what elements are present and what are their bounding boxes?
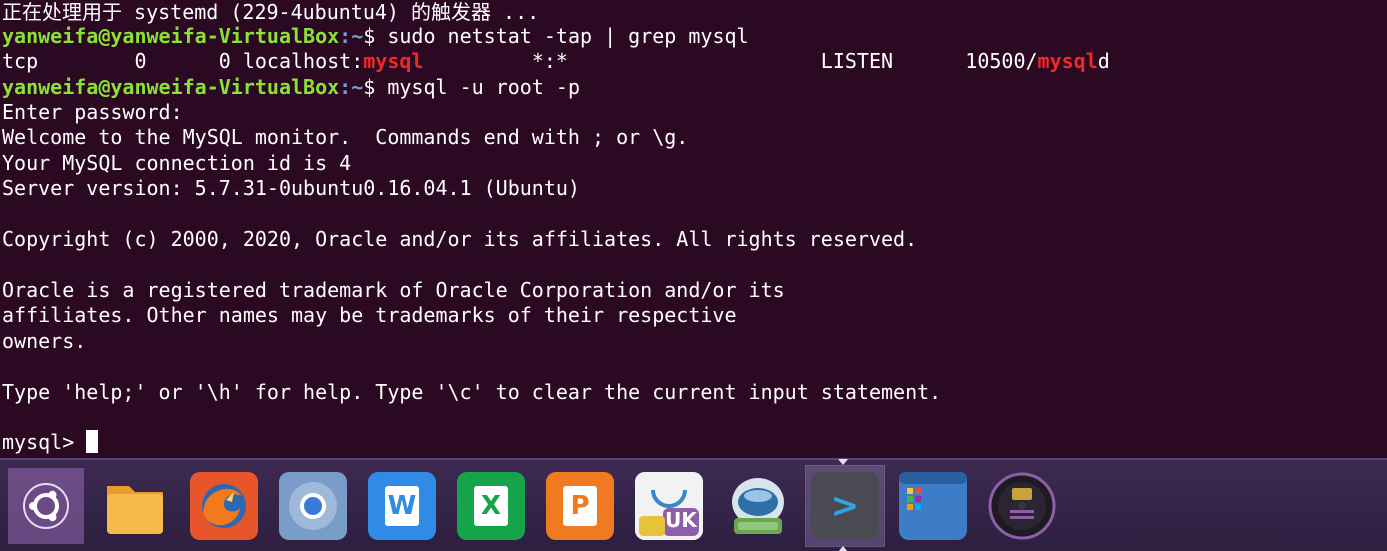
software-updater-app-button[interactable] xyxy=(720,468,796,544)
terminal-line-server-version: Server version: 5.7.31-0ubuntu0.16.04.1 … xyxy=(2,176,580,200)
wps-presentation-app-button[interactable]: P xyxy=(542,468,618,544)
terminal-line-trademark-2: affiliates. Other names may be trademark… xyxy=(2,303,737,327)
workspace-switcher-button[interactable] xyxy=(895,468,971,544)
wps-presentation-icon: P xyxy=(546,472,614,540)
output-segment: *:* LISTEN 10500/ xyxy=(423,49,1038,73)
firefox-icon xyxy=(190,472,258,540)
terminal-line-netstat-command: yanweifa@yanweifa-VirtualBox:~$ sudo net… xyxy=(2,24,749,49)
active-indicator-bottom xyxy=(838,546,848,551)
chromium-icon xyxy=(279,472,347,540)
active-indicator-top xyxy=(838,459,848,465)
command-text: $ sudo netstat -tap | grep mysql xyxy=(363,24,749,48)
robot-icon xyxy=(724,472,792,540)
wps-spreadsheets-app-button[interactable]: X xyxy=(453,468,529,544)
shopping-bag-icon: UK xyxy=(635,472,703,540)
mysql-prompt: mysql> xyxy=(2,430,87,454)
text-cursor xyxy=(86,430,99,453)
excel-glyph: X xyxy=(474,486,508,526)
software-center-app-button[interactable]: UK xyxy=(631,468,707,544)
launcher-dock: W X P UK > xyxy=(0,458,1387,551)
terminal-line-copyright: Copyright (c) 2000, 2020, Oracle and/or … xyxy=(2,227,918,251)
ubuntu-logo-icon xyxy=(13,473,79,539)
chromium-app-button[interactable] xyxy=(275,468,351,544)
prompt-user: yanweifa@yanweifa-VirtualBox xyxy=(2,75,340,99)
terminal-line-mysql-command: yanweifa@yanweifa-VirtualBox:~$ mysql -u… xyxy=(2,75,580,100)
mysql-prompt-line[interactable]: mysql> xyxy=(2,430,99,455)
ppt-glyph: P xyxy=(563,486,597,526)
wps-writer-icon: W xyxy=(368,472,436,540)
terminal-line-password: Enter password: xyxy=(2,100,183,124)
terminal-app-button[interactable]: > xyxy=(805,465,885,547)
wps-spreadsheets-icon: X xyxy=(457,472,525,540)
firefox-app-button[interactable] xyxy=(186,468,262,544)
terminal-line-welcome: Welcome to the MySQL monitor. Commands e… xyxy=(2,125,689,149)
word-glyph: W xyxy=(385,486,419,526)
terminal-icon: > xyxy=(811,472,879,540)
terminal-line-trademark-1: Oracle is a registered trademark of Orac… xyxy=(2,278,785,302)
terminal-line-trademark-3: owners. xyxy=(2,329,87,353)
wps-writer-app-button[interactable]: W xyxy=(364,468,440,544)
terminal-line-trigger: 正在处理用于 systemd (229-4ubuntu4) 的触发器 ... xyxy=(2,0,540,24)
grep-match: mysql xyxy=(1037,49,1098,73)
terminal-line-netstat-output: tcp 0 0 localhost:mysql *:* LISTEN 10500… xyxy=(2,49,1110,74)
ubuntu-dash-button[interactable] xyxy=(8,468,84,544)
terminal-prompt-glyph: > xyxy=(830,486,860,526)
folder-icon xyxy=(101,472,169,540)
disc-app-button[interactable] xyxy=(984,468,1060,544)
grep-match: mysql xyxy=(363,49,424,73)
uk-label: UK xyxy=(665,508,697,532)
terminal-line-connection-id: Your MySQL connection id is 4 xyxy=(2,151,352,175)
terminal-window[interactable]: 正在处理用于 systemd (229-4ubuntu4) 的触发器 ... y… xyxy=(0,0,1387,458)
output-segment: tcp 0 0 localhost: xyxy=(2,49,364,73)
workspace-switcher-icon xyxy=(899,472,967,540)
prompt-path: :~ xyxy=(339,24,364,48)
output-segment: d xyxy=(1097,49,1110,73)
command-text: $ mysql -u root -p xyxy=(363,75,580,99)
disc-icon xyxy=(988,472,1056,540)
prompt-user: yanweifa@yanweifa-VirtualBox xyxy=(2,24,340,48)
files-app-button[interactable] xyxy=(97,468,173,544)
terminal-line-help: Type 'help;' or '\h' for help. Type '\c'… xyxy=(2,380,942,404)
prompt-path: :~ xyxy=(339,75,364,99)
